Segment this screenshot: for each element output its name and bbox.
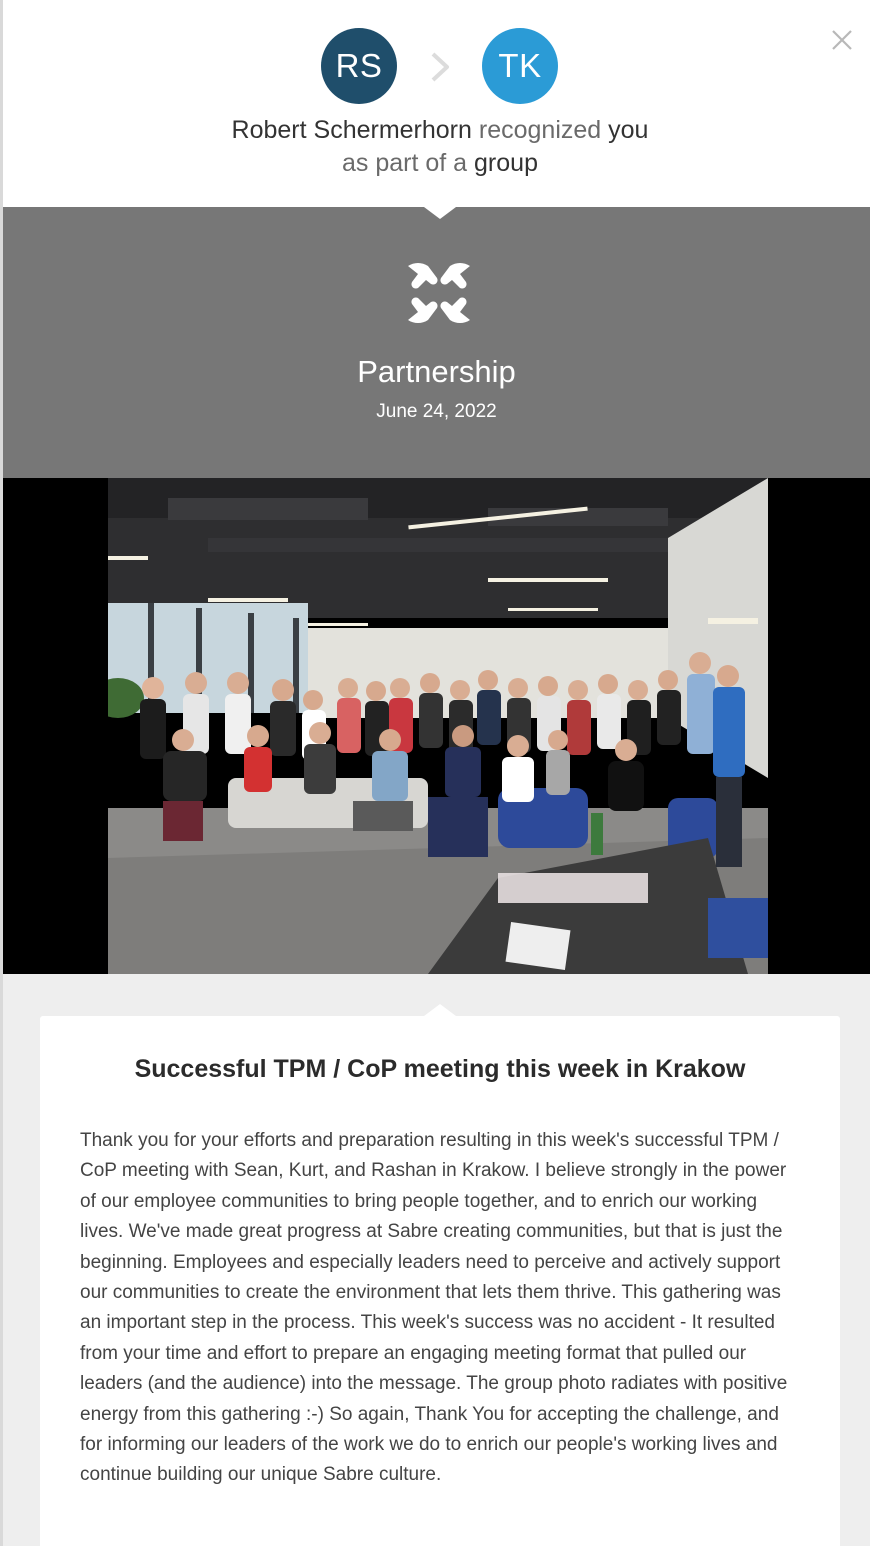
card-notch [424,1004,456,1016]
award-date: June 24, 2022 [376,401,497,422]
group-text: group [474,149,538,177]
close-icon [832,30,852,50]
chevron-right-icon [431,52,449,82]
sender-avatar[interactable]: RS [321,28,397,104]
recognition-headline: Robert Schermerhorn recognized you as pa… [150,114,730,180]
message-title: Successful TPM / CoP meeting this week i… [134,1055,746,1083]
message-body: Thank you for your efforts and preparati… [80,1130,788,1486]
award-name: Partnership [357,354,516,389]
object-text: you [608,116,649,144]
award-panel [3,207,870,478]
panel-notch [424,207,456,219]
sender-name[interactable]: Robert Schermerhorn [232,116,472,144]
group-prefix-text: as part of a [342,149,468,177]
recipient-avatar[interactable]: TK [482,28,558,104]
verb-text: recognized [478,116,602,144]
group-photo[interactable] [108,478,768,974]
close-button[interactable] [826,24,858,56]
partnership-hands-icon [408,263,470,323]
